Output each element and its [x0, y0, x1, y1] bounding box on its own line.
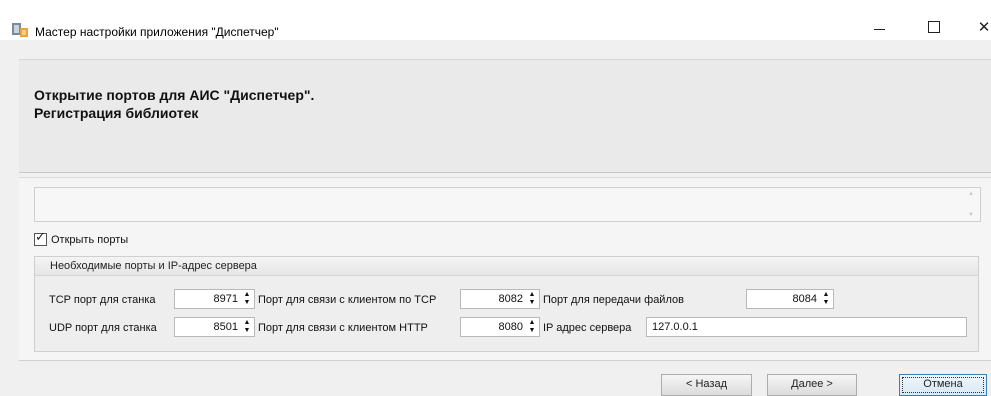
open-ports-checkbox-row[interactable]: ✓ Открыть порты — [34, 229, 129, 246]
back-button-label: < Назад — [686, 378, 727, 390]
udp-machine-label: UDP порт для станка — [49, 322, 157, 334]
wizard-header: Открытие портов для АИС "Диспетчер". Рег… — [19, 59, 991, 173]
cancel-button[interactable]: Отмена — [899, 374, 987, 396]
client-tcp-label: Порт для связи с клиентом по TCP — [258, 294, 437, 306]
client-http-port-value: 8080 — [498, 321, 523, 333]
open-ports-label: Открыть порты — [51, 233, 129, 246]
page-title: Открытие портов для АИС "Диспетчер". Рег… — [34, 86, 314, 122]
next-button-label: Далее > — [791, 378, 833, 390]
tcp-machine-port-value: 8971 — [213, 293, 238, 305]
page-title-line1: Открытие портов для АИС "Диспетчер". — [34, 87, 315, 103]
open-ports-checkbox[interactable]: ✓ — [34, 229, 47, 246]
maximize-icon — [928, 21, 940, 33]
status-log-textarea[interactable]: ▲ ▼ — [34, 187, 981, 222]
spin-arrows-icon[interactable]: ▲ ▼ — [526, 291, 538, 307]
client-tcp-port-stepper[interactable]: 8082 ▲ ▼ — [460, 289, 540, 309]
server-ip-input[interactable]: 127.0.0.1 — [646, 317, 967, 337]
title-bar: Мастер настройки приложения "Диспетчер" … — [0, 0, 991, 40]
checkmark-icon: ✓ — [35, 229, 46, 244]
server-ip-value: 127.0.0.1 — [652, 321, 698, 333]
minimize-button[interactable] — [859, 16, 899, 38]
app-icon — [12, 23, 28, 37]
spin-arrows-icon[interactable]: ▲ ▼ — [526, 319, 538, 335]
client-http-port-stepper[interactable]: 8080 ▲ ▼ — [460, 317, 540, 337]
minimize-icon — [873, 28, 885, 30]
maximize-button[interactable] — [914, 16, 954, 38]
window-title: Мастер настройки приложения "Диспетчер" — [35, 25, 279, 39]
wizard-content: ▲ ▼ ✓ Открыть порты Необходимые порты и … — [19, 177, 991, 361]
server-ip-label: IP адрес сервера — [543, 322, 632, 334]
ports-group: Необходимые порты и IP-адрес сервера TCP… — [34, 256, 979, 352]
spin-arrows-icon[interactable]: ▲ ▼ — [241, 291, 253, 307]
tcp-machine-label: TCP порт для станка — [49, 294, 156, 306]
status-scrollbar[interactable]: ▲ ▼ — [964, 188, 980, 221]
file-transfer-label: Порт для передачи файлов — [543, 294, 684, 306]
udp-machine-port-value: 8501 — [213, 321, 238, 333]
scroll-up-icon[interactable]: ▲ — [968, 191, 974, 197]
close-button[interactable]: ✕ — [964, 16, 991, 38]
back-button[interactable]: < Назад — [661, 374, 752, 396]
page-title-line2: Регистрация библиотек — [34, 105, 199, 121]
file-transfer-port-stepper[interactable]: 8084 ▲ ▼ — [746, 289, 834, 309]
ports-group-header: Необходимые порты и IP-адрес сервера — [35, 257, 978, 276]
spin-arrows-icon[interactable]: ▲ ▼ — [820, 291, 832, 307]
scroll-down-icon[interactable]: ▼ — [968, 212, 974, 218]
close-icon: ✕ — [977, 19, 991, 36]
udp-machine-port-stepper[interactable]: 8501 ▲ ▼ — [174, 317, 255, 337]
next-button[interactable]: Далее > — [767, 374, 857, 396]
client-tcp-port-value: 8082 — [498, 293, 523, 305]
spin-arrows-icon[interactable]: ▲ ▼ — [241, 319, 253, 335]
tcp-machine-port-stepper[interactable]: 8971 ▲ ▼ — [174, 289, 255, 309]
ports-group-title: Необходимые порты и IP-адрес сервера — [50, 260, 257, 272]
focus-rectangle — [902, 377, 984, 393]
file-transfer-port-value: 8084 — [792, 293, 817, 305]
client-http-label: Порт для связи с клиентом HTTP — [258, 322, 428, 334]
